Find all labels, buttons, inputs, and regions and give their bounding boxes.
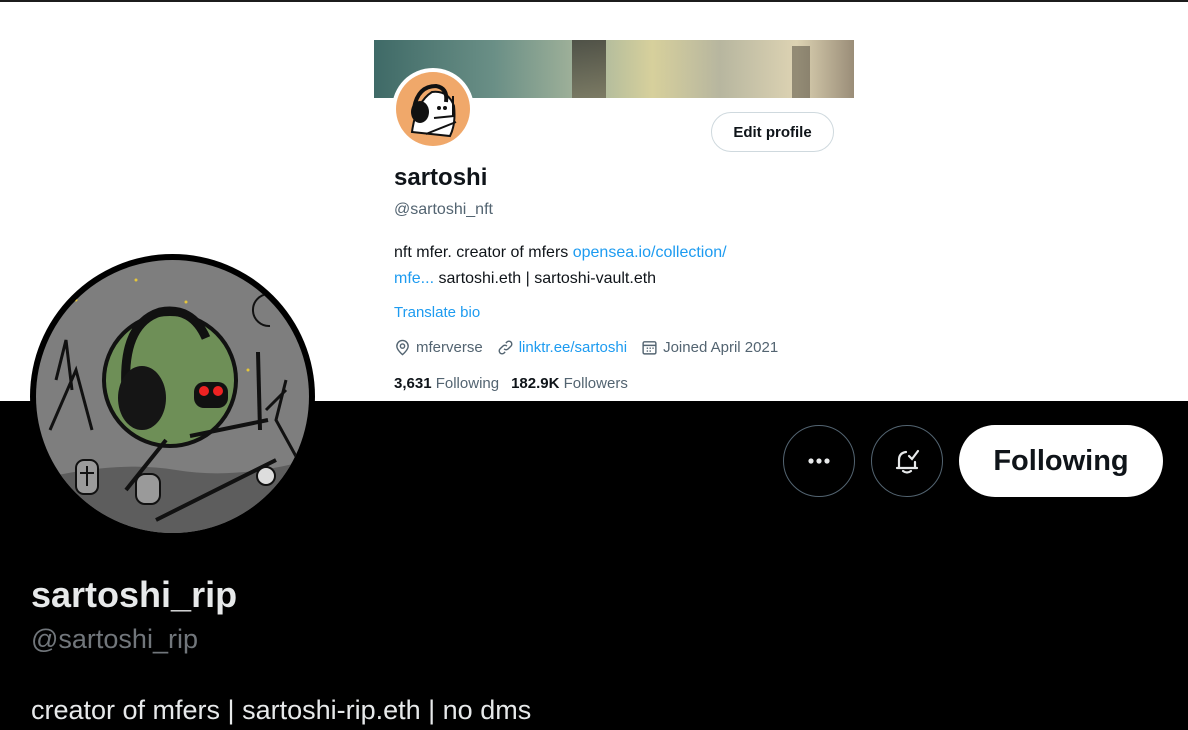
- more-button[interactable]: [783, 425, 855, 497]
- display-name: sartoshi_rip: [31, 574, 238, 615]
- embedded-display-name: sartoshi: [394, 164, 488, 191]
- embedded-bio: nft mfer. creator of mfers opensea.io/co…: [394, 240, 824, 292]
- location-text: mferverse: [416, 339, 483, 356]
- more-icon: [808, 458, 830, 464]
- embedded-meta: mferverse linktr.ee/sartoshi Joined Apri…: [394, 339, 778, 356]
- translate-bio-link[interactable]: Translate bio: [394, 304, 480, 321]
- embedded-bio-link-cont[interactable]: mfe...: [394, 270, 434, 287]
- profile-avatar[interactable]: [30, 254, 315, 539]
- embedded-avatar: [392, 68, 474, 150]
- embedded-bio-text: nft mfer. creator of mfers: [394, 244, 573, 261]
- website-link[interactable]: linktr.ee/sartoshi: [519, 339, 627, 356]
- notifications-button[interactable]: [871, 425, 943, 497]
- calendar-icon: [642, 341, 657, 355]
- joined-text: Joined April 2021: [663, 339, 779, 356]
- followers-count[interactable]: 182.9K Followers: [511, 375, 628, 392]
- user-handle: @sartoshi_rip: [31, 624, 198, 654]
- following-button[interactable]: Following: [959, 425, 1163, 497]
- bell-check-icon: [895, 449, 920, 474]
- embedded-bio-text-2: sartoshi.eth | sartoshi-vault.eth: [434, 270, 657, 287]
- embedded-handle: @sartoshi_nft: [394, 201, 493, 218]
- following-count[interactable]: 3,631 Following: [394, 375, 499, 392]
- link-icon: [498, 340, 513, 355]
- location-icon: [396, 339, 409, 356]
- profile-bio: creator of mfers | sartoshi-rip.eth | no…: [31, 695, 532, 725]
- edit-profile-button[interactable]: Edit profile: [711, 112, 834, 152]
- embedded-bio-link[interactable]: opensea.io/collection/: [573, 244, 727, 261]
- embedded-counts: 3,631 Following 182.9K Followers: [394, 375, 628, 392]
